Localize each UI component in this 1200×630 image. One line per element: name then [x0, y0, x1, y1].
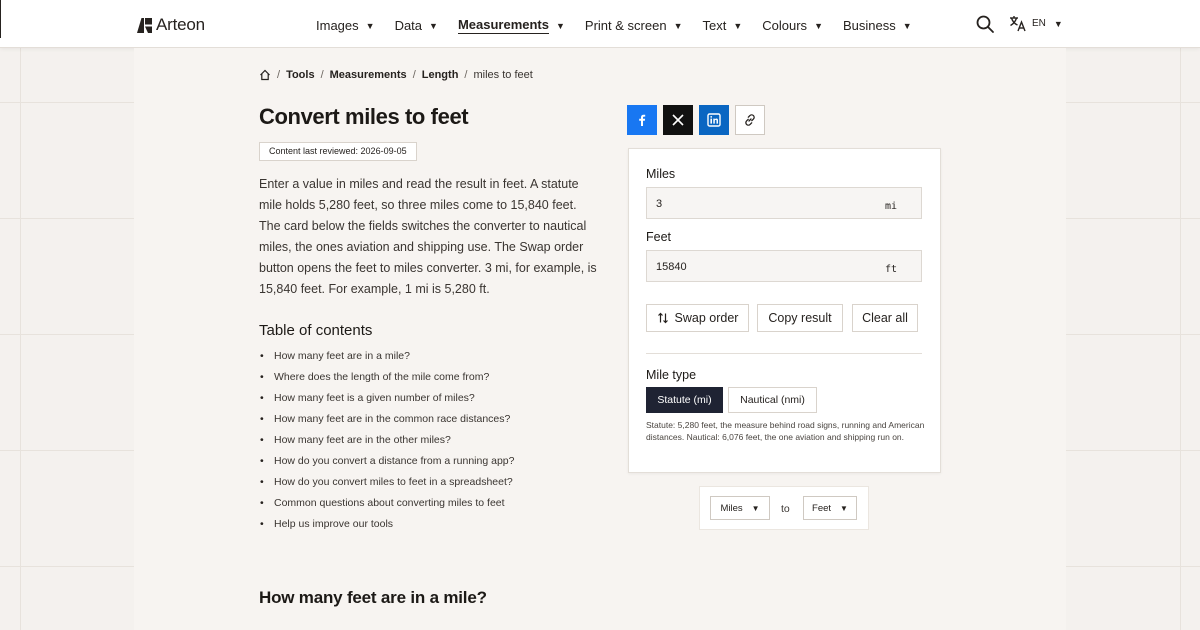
- nav-item-measurements[interactable]: Measurements ▼: [457, 17, 565, 34]
- nautical-toggle[interactable]: Nautical (nmi): [728, 387, 817, 413]
- nav-label: Data: [394, 18, 423, 33]
- intro-paragraph: Enter a value in miles and read the resu…: [259, 177, 597, 296]
- toc-link[interactable]: How do you convert a distance from a run…: [259, 451, 514, 472]
- linkedin-icon: [707, 113, 721, 127]
- toc-link[interactable]: How many feet are in a mile?: [259, 346, 514, 367]
- toc-link[interactable]: Common questions about converting miles …: [259, 493, 514, 514]
- breadcrumb-separator: /: [464, 69, 468, 81]
- caret-down-icon: ▼: [751, 503, 760, 513]
- breadcrumb-separator: /: [320, 69, 324, 81]
- clear-all-label: Clear all: [862, 311, 908, 325]
- share-x-button[interactable]: [663, 105, 693, 135]
- to-unit-value: Feet: [812, 502, 832, 514]
- feet-input[interactable]: 15840 ft: [646, 250, 922, 282]
- mile-type-label: Mile type: [646, 368, 697, 382]
- nav-item-print-screen[interactable]: Print & screen ▼: [585, 17, 683, 34]
- nav-label: Business: [842, 18, 896, 33]
- language-selector[interactable]: EN ▼: [1009, 15, 1063, 32]
- window-edge-line: [0, 0, 1, 38]
- language-code: EN: [1032, 18, 1046, 29]
- search-button[interactable]: [975, 14, 995, 34]
- breadcrumb-length[interactable]: Length: [422, 69, 459, 81]
- breadcrumb-separator: /: [277, 69, 281, 81]
- swap-order-button[interactable]: Swap order: [646, 304, 749, 332]
- caret-down-icon: ▼: [814, 20, 823, 31]
- to-unit-select[interactable]: Feet ▼: [803, 496, 857, 520]
- card-divider: [646, 353, 922, 354]
- toc-link[interactable]: How many feet are in the other miles?: [259, 430, 514, 451]
- copy-link-button[interactable]: [735, 105, 765, 135]
- logo-mark-icon: [137, 17, 152, 33]
- caret-down-icon: ▼: [673, 20, 683, 31]
- link-icon: [745, 114, 755, 126]
- page-title: Convert miles to feet: [259, 104, 469, 129]
- caret-down-icon: ▼: [556, 20, 565, 31]
- copy-result-button[interactable]: Copy result: [757, 304, 843, 332]
- breadcrumb: / Tools / Measurements / Length / miles …: [259, 69, 533, 81]
- caret-down-icon: ▼: [1053, 18, 1063, 29]
- caret-down-icon: ▼: [840, 503, 848, 513]
- nav-item-images[interactable]: Images ▼: [316, 17, 375, 34]
- toc-heading: Table of contents: [259, 322, 373, 339]
- feet-label: Feet: [646, 230, 672, 244]
- translate-icon: [1010, 16, 1026, 32]
- section-heading: How many feet are in a mile?: [259, 588, 487, 607]
- toc-link[interactable]: How do you convert miles to feet in a sp…: [259, 472, 514, 493]
- x-icon: [672, 114, 684, 126]
- breadcrumb-tools[interactable]: Tools: [286, 69, 315, 81]
- facebook-icon: [639, 114, 646, 126]
- top-navigation-bar: Arteon Images ▼ Data ▼ Measurements ▼ Pr…: [0, 0, 1200, 48]
- from-unit-select[interactable]: Miles ▼: [710, 496, 770, 520]
- nav-label: Measurements: [457, 17, 549, 34]
- search-icon: [976, 15, 994, 33]
- miles-value: 3: [656, 198, 663, 210]
- nav-label: Text: [702, 18, 727, 33]
- swap-arrows-icon: [657, 312, 668, 324]
- brand-name: Arteon: [156, 15, 205, 34]
- miles-unit: mi: [884, 201, 897, 212]
- nav-label: Print & screen: [584, 18, 667, 33]
- caret-down-icon: ▼: [365, 20, 375, 31]
- share-linkedin-button[interactable]: [699, 105, 729, 135]
- breadcrumb-measurements[interactable]: Measurements: [330, 69, 407, 81]
- miles-input[interactable]: 3 mi: [646, 187, 922, 219]
- table-of-contents: How many feet are in a mile? Where does …: [259, 346, 514, 535]
- to-label: to: [781, 503, 790, 515]
- caret-down-icon: ▼: [902, 20, 912, 31]
- nav-item-text[interactable]: Text ▼: [703, 17, 743, 34]
- copy-result-label: Copy result: [768, 311, 832, 325]
- swap-order-label: Swap order: [674, 311, 739, 325]
- caret-down-icon: ▼: [733, 20, 743, 31]
- main-navigation: Images ▼ Data ▼ Measurements ▼ Print & s…: [316, 17, 932, 34]
- toc-link[interactable]: Help us improve our tools: [259, 514, 514, 535]
- home-icon: [260, 69, 270, 81]
- miles-label: Miles: [646, 167, 676, 181]
- toc-link[interactable]: How many feet is a given number of miles…: [259, 388, 514, 409]
- toc-link[interactable]: How many feet are in the common race dis…: [259, 409, 514, 430]
- clear-all-button[interactable]: Clear all: [852, 304, 918, 332]
- nav-item-data[interactable]: Data ▼: [395, 17, 438, 34]
- mile-type-note: Statute: 5,280 feet, the measure behind …: [646, 420, 925, 442]
- breadcrumb-current: miles to feet: [473, 69, 533, 81]
- from-unit-value: Miles: [720, 502, 743, 514]
- nav-item-colours[interactable]: Colours ▼: [762, 17, 823, 34]
- reviewed-badge: Content last reviewed: 2026-09-05: [259, 142, 417, 161]
- share-facebook-button[interactable]: [627, 105, 657, 135]
- toc-link[interactable]: Where does the length of the mile come f…: [259, 367, 514, 388]
- brand-logo[interactable]: Arteon: [137, 15, 205, 35]
- breadcrumb-home-link[interactable]: [259, 69, 271, 81]
- caret-down-icon: ▼: [429, 20, 438, 31]
- nav-item-business[interactable]: Business ▼: [843, 17, 912, 34]
- nav-label: Colours: [762, 18, 808, 33]
- nav-label: Images: [316, 18, 359, 33]
- statute-toggle[interactable]: Statute (mi): [646, 387, 723, 413]
- feet-unit: ft: [884, 264, 897, 275]
- feet-value: 15840: [656, 261, 687, 273]
- breadcrumb-separator: /: [412, 69, 416, 81]
